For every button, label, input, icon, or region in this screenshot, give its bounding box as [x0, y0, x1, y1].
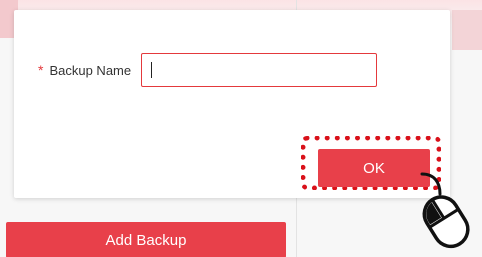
backup-name-input[interactable] — [141, 53, 378, 87]
text-cursor — [151, 62, 153, 78]
backup-name-row: * Backup Name — [38, 53, 378, 87]
background-accent-right — [452, 10, 482, 50]
backup-name-input-wrap — [141, 53, 378, 87]
add-backup-button[interactable]: Add Backup — [6, 222, 286, 257]
mouse-click-icon — [420, 172, 470, 249]
backup-name-label: Backup Name — [49, 62, 132, 78]
backup-page: * Backup Name OK Add Backup — [0, 0, 482, 257]
required-indicator: * — [38, 62, 44, 78]
